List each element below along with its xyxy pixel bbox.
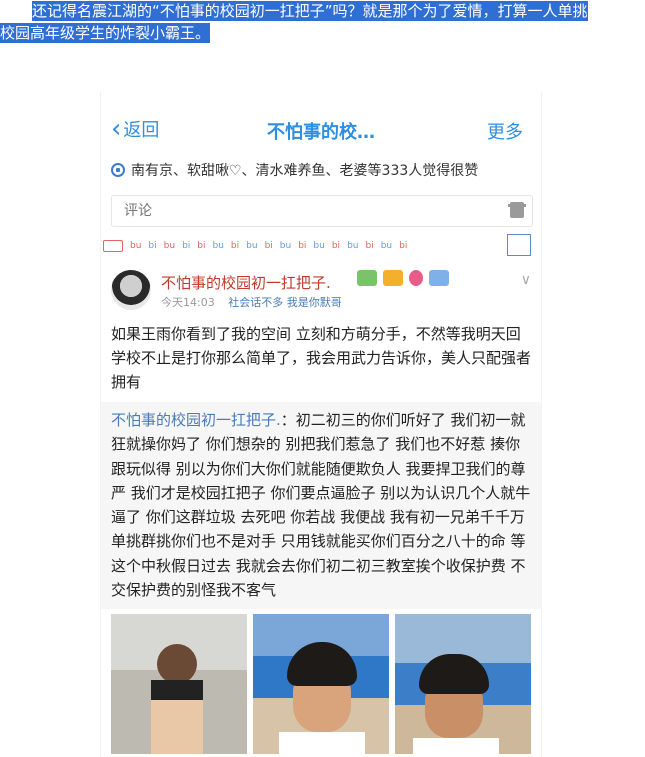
vip-badge-icon[interactable]: [357, 270, 377, 286]
bubble-text: bi: [148, 241, 157, 251]
post-time: 今天14:03: [161, 296, 215, 309]
crown-badge-icon[interactable]: [383, 270, 403, 286]
quote-author[interactable]: 不怕事的校园初一扛把子.: [111, 411, 281, 429]
likes-row[interactable]: 南有京、软甜啾♡、清水难养鱼、老婆等333人觉得很赞: [111, 160, 478, 180]
bubble-text: bu: [347, 241, 359, 251]
bubble-text: bu: [279, 241, 292, 251]
page-title: 不怕事的校…: [267, 122, 375, 143]
bubble-text: bi: [230, 241, 240, 251]
caption-line-2: 校园高年级学生的炸裂小霸王。: [0, 23, 211, 43]
comment-box[interactable]: [111, 195, 533, 227]
post-author[interactable]: 不怕事的校园初一扛把子.: [161, 272, 331, 293]
quote-text: ：初二初三的你们听好了 我们初一就狂就操你妈了 你们想杂的 别把我们惹急了 我们…: [111, 411, 531, 600]
bubble-text: bu: [212, 241, 224, 251]
bubble-text: bi: [182, 241, 191, 251]
phone-screenshot: ‹ 返回 不怕事的校… 更多 南有京、软甜啾♡、清水难养鱼、老婆等333人觉得很…: [100, 92, 542, 757]
bubble-text: bi: [331, 241, 341, 251]
caption-line-1: 还记得名震江湖的“不怕事的校园初一扛把子”吗？就是那个为了爱情，打算一人单挑: [32, 1, 588, 21]
gift-icon[interactable]: [508, 202, 526, 218]
quoted-post[interactable]: 不怕事的校园初一扛把子.：初二初三的你们听好了 我们初一就狂就操你妈了 你们想杂…: [101, 402, 541, 609]
bubble-text: bu: [130, 241, 142, 251]
bubble-text: bu: [313, 241, 325, 251]
post-body: 如果王雨你看到了我的空间 立刻和方萌分手，不然等我明天回学校不止是打你那么简单了…: [111, 325, 532, 391]
likes-text: 南有京、软甜啾♡、清水难养鱼、老婆等333人觉得很赞: [131, 163, 479, 179]
more-button[interactable]: 更多: [487, 118, 523, 144]
bubble-text: bi: [298, 241, 307, 251]
comment-input[interactable]: [122, 196, 486, 226]
truck-icon: [103, 240, 123, 252]
bubble-text: bi: [365, 241, 374, 251]
bubble-text: bi: [197, 241, 206, 251]
building-icon: [507, 234, 531, 256]
post-meta: 今天14:03 社会话不多 我是你默哥: [161, 294, 342, 310]
article-caption: 还记得名震江湖的“不怕事的校园初一扛把子”吗？就是那个为了爱情，打算一人单挑 校…: [0, 0, 645, 44]
photo-2[interactable]: [253, 614, 389, 754]
avatar[interactable]: [111, 270, 151, 310]
bubble-text: bu: [246, 241, 258, 251]
diamond-badge-icon[interactable]: [409, 270, 423, 286]
heart-icon: [111, 163, 125, 177]
bubble-text: bi: [399, 241, 408, 251]
photo-1[interactable]: [111, 614, 247, 754]
decoration-strip: bu bi bu bi bi bu bi bu bi bu bi bu bi b…: [101, 234, 541, 256]
bubble-text: bu: [380, 241, 393, 251]
nav-bar: ‹ 返回 不怕事的校… 更多: [101, 92, 541, 162]
bubble-text: bu: [163, 241, 176, 251]
post-mood: 社会话不多 我是你默哥: [228, 296, 342, 309]
photo-3[interactable]: [395, 614, 531, 754]
badge-row: [357, 270, 455, 286]
photo-grid: [111, 614, 531, 754]
bubble-text: bi: [264, 241, 273, 251]
level-badge-icon[interactable]: [429, 270, 449, 286]
chevron-down-icon[interactable]: ∨: [521, 272, 531, 288]
